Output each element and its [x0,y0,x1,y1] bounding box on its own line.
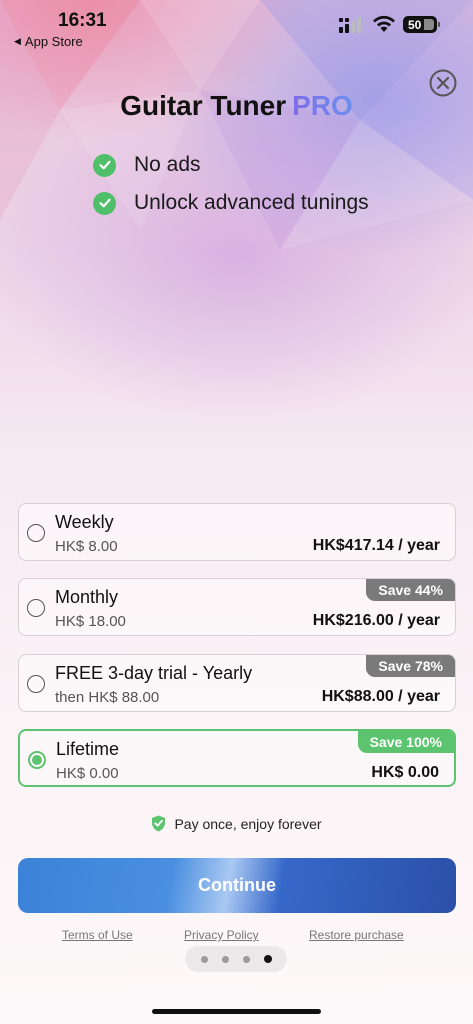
plan-name: Lifetime [56,739,120,759]
restore-purchase-link[interactable]: Restore purchase [309,928,404,942]
plan-yearly-trial[interactable]: Save 78% FREE 3-day trial - Yearly then … [18,654,456,712]
plan-subprice: HK$ 18.00 [55,613,126,630]
status-time: 16:31 [58,10,107,31]
plan-lifetime[interactable]: Save 100% Lifetime HK$ 0.00 HK$ 0.00 [18,729,456,787]
feature-advanced-tunings: Unlock advanced tunings [93,191,369,215]
feature-label: Unlock advanced tunings [134,191,369,214]
back-app-label: App Store [24,34,83,49]
plan-monthly[interactable]: Save 44% Monthly HK$ 18.00 HK$216.00 / y… [18,578,456,636]
signal-icon [339,17,361,33]
battery-icon: 50 [403,16,437,33]
page-dot-active[interactable] [263,955,272,963]
check-circle-icon [93,153,116,177]
back-triangle-icon: ◀ [14,36,21,46]
continue-button[interactable]: Continue [18,858,456,913]
plan-name: FREE 3-day trial - Yearly [55,663,253,683]
plan-yearly-price: HK$ 0.00 [371,764,439,781]
plan-name: Weekly [55,512,114,532]
page-title: Guitar Tuner PRO [0,90,473,122]
pay-once-note: Pay once, enjoy forever [0,815,473,832]
radio-button-selected[interactable] [28,751,46,769]
plan-yearly-price: HK$417.14 / year [312,537,440,554]
wifi-icon [373,15,395,32]
pro-badge: PRO [292,90,353,121]
home-indicator[interactable] [152,1009,321,1014]
save-badge: Save 100% [357,731,454,753]
shield-check-icon [152,815,166,832]
page-dot[interactable] [242,955,250,963]
save-badge: Save 78% [366,655,455,677]
back-to-app-store-button[interactable]: ◀ App Store [14,34,83,49]
app-title: Guitar Tuner [120,90,287,121]
radio-button[interactable] [27,524,45,542]
feature-no-ads: No ads [93,153,201,177]
plan-subprice: HK$ 0.00 [56,765,119,782]
check-circle-icon [93,191,116,215]
save-badge: Save 44% [366,579,455,601]
battery-level: 50 [408,17,422,32]
plan-subprice: HK$ 8.00 [55,538,118,555]
privacy-policy-link[interactable]: Privacy Policy [184,928,259,942]
plan-name: Monthly [55,587,119,607]
plan-subprice: then HK$ 88.00 [55,689,160,706]
plan-yearly-price: HK$216.00 / year [312,612,440,629]
plan-weekly[interactable]: Weekly HK$ 8.00 HK$417.14 / year [18,503,456,561]
plan-yearly-price: HK$88.00 / year [321,688,440,705]
feature-label: No ads [134,153,201,176]
status-bar: 16:31 ◀ App Store 50 [0,0,473,56]
page-indicator[interactable] [185,946,287,972]
radio-button[interactable] [27,675,45,693]
page-dot[interactable] [221,955,229,963]
page-dot[interactable] [200,955,208,963]
pay-once-label: Pay once, enjoy forever [174,815,322,832]
radio-button[interactable] [27,599,45,617]
battery-tip [438,22,440,27]
terms-of-use-link[interactable]: Terms of Use [62,928,133,942]
